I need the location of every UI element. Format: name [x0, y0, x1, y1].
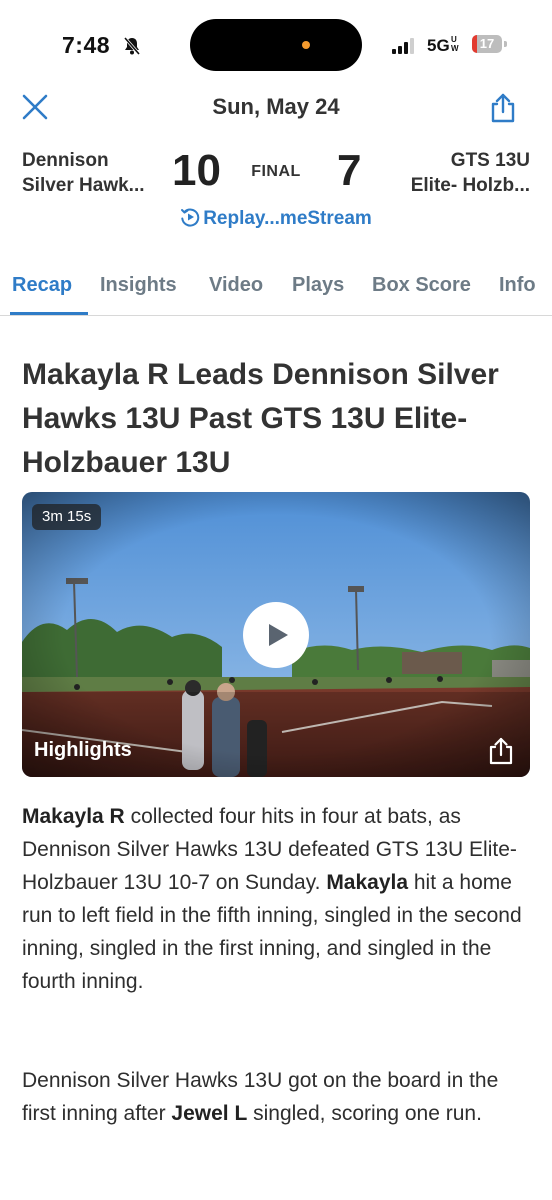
battery-percent: 17	[479, 36, 495, 51]
article-headline: Makayla R Leads Dennison Silver Hawks 13…	[22, 358, 499, 479]
dynamic-island	[190, 19, 362, 71]
video-highlights-card[interactable]: 3m 15s Highlights	[22, 492, 530, 777]
network-type: 5G	[427, 36, 450, 55]
recap-paragraph: Dennison Silver Hawks 13U got on the boa…	[22, 1064, 532, 1130]
away-team-line2: Elite- Holzb...	[410, 175, 530, 196]
active-tab-indicator	[10, 312, 88, 315]
replay-play-icon	[181, 208, 200, 227]
player-name: Makayla R	[22, 805, 125, 828]
signal-icon	[392, 38, 414, 54]
tab-info[interactable]: Info	[499, 274, 536, 297]
tab-video[interactable]: Video	[209, 274, 263, 297]
player-name: Makayla	[326, 871, 409, 894]
recap-paragraph: Makayla R collected four hits in four at…	[22, 800, 532, 998]
player-name: Jewel L	[171, 1102, 248, 1125]
tab-recap[interactable]: Recap	[12, 274, 72, 297]
video-title: Highlights	[34, 739, 132, 761]
recording-dot-icon	[302, 41, 310, 49]
away-score: 7	[337, 146, 362, 195]
play-button[interactable]	[243, 602, 309, 668]
replay-link[interactable]: Replay...meStream	[0, 207, 552, 230]
tab-box-score[interactable]: Box Score	[372, 274, 471, 297]
replay-label: Replay...meStream	[203, 208, 372, 229]
status-time: 7:48	[62, 32, 111, 58]
recap-text: singled, scoring one run.	[247, 1102, 482, 1125]
battery-icon: 17	[472, 35, 502, 53]
play-icon	[269, 624, 288, 646]
share-icon[interactable]	[488, 92, 518, 124]
bell-slash-icon	[123, 37, 141, 55]
away-team-name[interactable]: GTS 13U Elite- Holzb...	[411, 148, 530, 198]
tab-insights[interactable]: Insights	[100, 274, 177, 297]
away-team-line1: GTS 13U	[450, 150, 530, 171]
game-date: Sun, May 24	[212, 94, 340, 119]
share-icon[interactable]	[486, 736, 516, 766]
tab-plays[interactable]: Plays	[292, 274, 344, 297]
battery-cap	[504, 41, 507, 47]
network-subtype: UW	[451, 35, 459, 53]
tab-bar: Recap Insights Video Plays Box Score Inf…	[0, 262, 552, 316]
status-bar: 7:48 5G UW 17	[0, 0, 552, 90]
video-duration-badge: 3m 15s	[32, 504, 102, 530]
